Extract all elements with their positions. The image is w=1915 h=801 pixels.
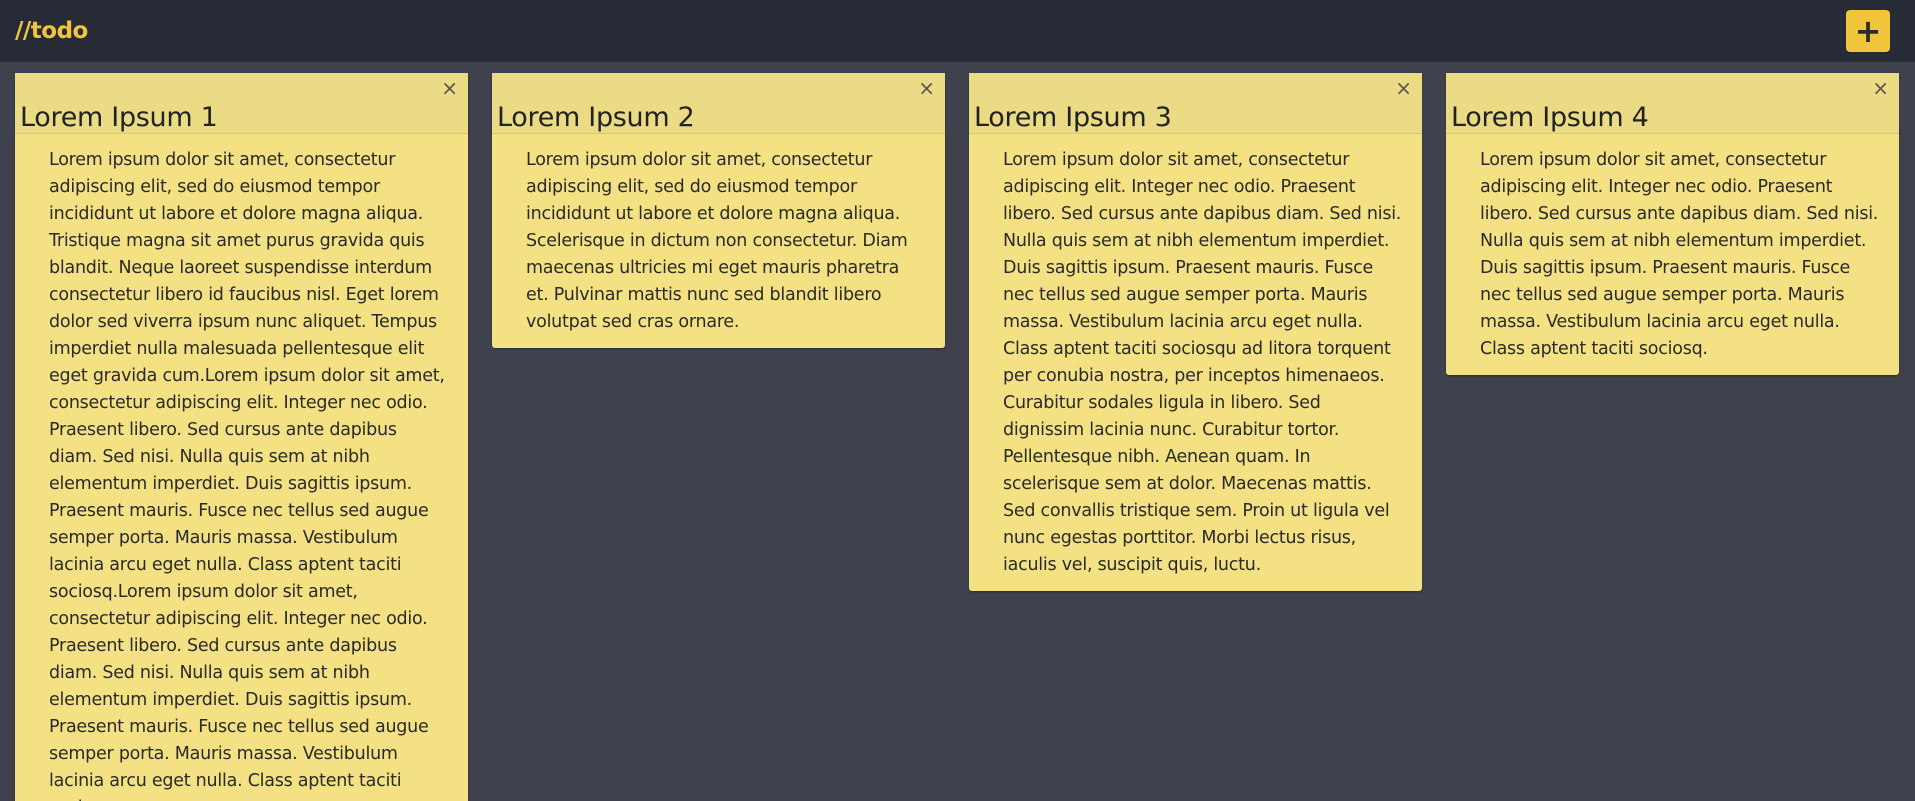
- note-card[interactable]: Lorem Ipsum 1 × Lorem ipsum dolor sit am…: [15, 73, 468, 801]
- note-title[interactable]: Lorem Ipsum 1: [20, 102, 218, 133]
- note-body[interactable]: Lorem ipsum dolor sit amet, consectetur …: [1446, 134, 1899, 375]
- note-title[interactable]: Lorem Ipsum 3: [974, 102, 1172, 133]
- note-card[interactable]: Lorem Ipsum 4 × Lorem ipsum dolor sit am…: [1446, 73, 1899, 375]
- note-body[interactable]: Lorem ipsum dolor sit amet, consectetur …: [492, 134, 945, 348]
- note-body[interactable]: Lorem ipsum dolor sit amet, consectetur …: [969, 134, 1422, 591]
- note-card[interactable]: Lorem Ipsum 2 × Lorem ipsum dolor sit am…: [492, 73, 945, 348]
- close-icon[interactable]: ×: [1872, 78, 1889, 98]
- navbar: //todo +: [0, 0, 1915, 62]
- close-icon[interactable]: ×: [1395, 78, 1412, 98]
- note-title[interactable]: Lorem Ipsum 2: [497, 102, 695, 133]
- note-title[interactable]: Lorem Ipsum 4: [1451, 102, 1649, 133]
- note-card[interactable]: Lorem Ipsum 3 × Lorem ipsum dolor sit am…: [969, 73, 1422, 591]
- app-brand[interactable]: //todo: [15, 18, 88, 44]
- note-header: Lorem Ipsum 4 ×: [1446, 73, 1899, 134]
- close-icon[interactable]: ×: [918, 78, 935, 98]
- note-header: Lorem Ipsum 3 ×: [969, 73, 1422, 134]
- note-body[interactable]: Lorem ipsum dolor sit amet, consectetur …: [15, 134, 468, 801]
- add-note-button[interactable]: +: [1846, 10, 1890, 52]
- note-header: Lorem Ipsum 1 ×: [15, 73, 468, 134]
- note-header: Lorem Ipsum 2 ×: [492, 73, 945, 134]
- close-icon[interactable]: ×: [441, 78, 458, 98]
- notes-board: Lorem Ipsum 1 × Lorem ipsum dolor sit am…: [0, 62, 1915, 801]
